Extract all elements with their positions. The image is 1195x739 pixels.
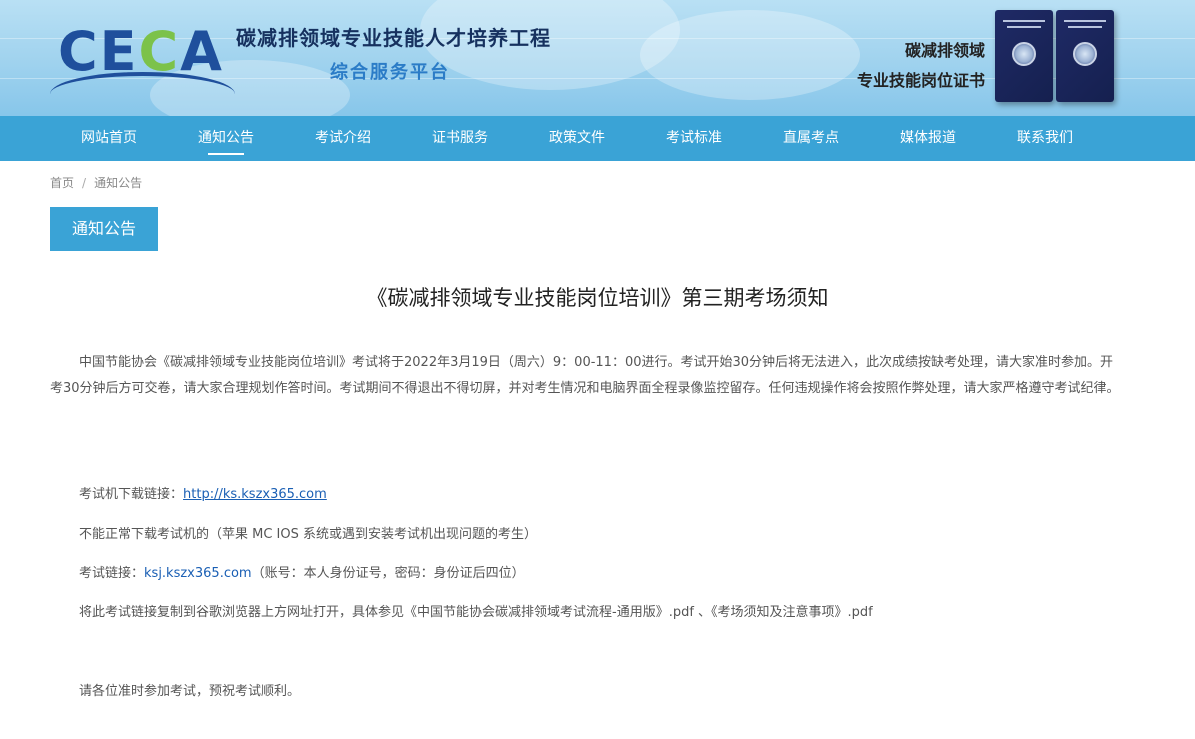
site-header: CECA 碳减排领域专业技能人才培养工程 综合服务平台 碳减排领域 专业技能岗位… <box>0 0 1195 116</box>
site-subtitle: 综合服务平台 <box>330 62 450 83</box>
main-nav: 网站首页 通知公告 考试介绍 证书服务 政策文件 考试标准 直属考点 媒体报道 … <box>0 116 1195 161</box>
ios-note: 不能正常下载考试机的（苹果 MC IOS 系统或遇到安装考试机出现问题的考生） <box>79 527 538 542</box>
nav-item-notices[interactable]: 通知公告 <box>171 116 281 161</box>
exam-link[interactable]: ksj.kszx365.com <box>144 566 252 581</box>
article-intro-paragraph: 中国节能协会《碳减排领域专业技能岗位培训》考试将于2022年3月19日（周六）9… <box>50 355 1120 396</box>
world-map-decoration <box>640 10 860 100</box>
nav-item-exam-centers[interactable]: 直属考点 <box>756 116 866 161</box>
download-link[interactable]: http://ks.kszx365.com <box>183 487 327 502</box>
nav-item-certificate-service[interactable]: 证书服务 <box>405 116 515 161</box>
certificate-label: 碳减排领域 专业技能岗位证书 <box>845 36 985 96</box>
breadcrumb-home-link[interactable]: 首页 <box>50 176 74 190</box>
exam-link-label: 考试链接： <box>79 566 145 581</box>
article-title: 《碳减排领域专业技能岗位培训》第三期考场须知 <box>366 286 829 310</box>
article-body: 中国节能协会《碳减排领域专业技能岗位培训》考试将于2022年3月19日（周六）9… <box>50 350 1120 401</box>
download-link-line: 考试机下载链接：http://ks.kszx365.com <box>79 483 327 502</box>
certificate-book-image <box>995 10 1053 102</box>
breadcrumb: 首页 / 通知公告 <box>50 174 142 191</box>
nav-item-exam-standards[interactable]: 考试标准 <box>639 116 749 161</box>
breadcrumb-current: 通知公告 <box>94 176 143 190</box>
nav-item-exam-intro[interactable]: 考试介绍 <box>288 116 398 161</box>
closing-message: 请各位准时参加考试，预祝考试顺利。 <box>79 684 301 699</box>
ceca-logo[interactable]: CECA <box>50 20 235 92</box>
certificate-label-line1: 碳减排领域 <box>904 41 985 60</box>
nav-item-media[interactable]: 媒体报道 <box>873 116 983 161</box>
nav-item-home[interactable]: 网站首页 <box>54 116 164 161</box>
nav-item-policy-documents[interactable]: 政策文件 <box>522 116 632 161</box>
certificate-book-image <box>1056 10 1114 102</box>
copy-instructions: 将此考试链接复制到谷歌浏览器上方网址打开，具体参见《中国节能协会碳减排领域考试流… <box>79 605 873 620</box>
section-tab-notices[interactable]: 通知公告 <box>50 207 158 251</box>
exam-link-line: 考试链接：ksj.kszx365.com（账号：本人身份证号，密码：身份证后四位… <box>79 562 525 581</box>
exam-link-note: （账号：本人身份证号，密码：身份证后四位） <box>251 566 525 581</box>
breadcrumb-separator: / <box>82 176 87 190</box>
certificate-label-line2: 专业技能岗位证书 <box>856 71 985 90</box>
download-link-label: 考试机下载链接： <box>79 487 184 502</box>
nav-item-contact[interactable]: 联系我们 <box>990 116 1100 161</box>
site-title: 碳减排领域专业技能人才培养工程 <box>236 26 551 50</box>
